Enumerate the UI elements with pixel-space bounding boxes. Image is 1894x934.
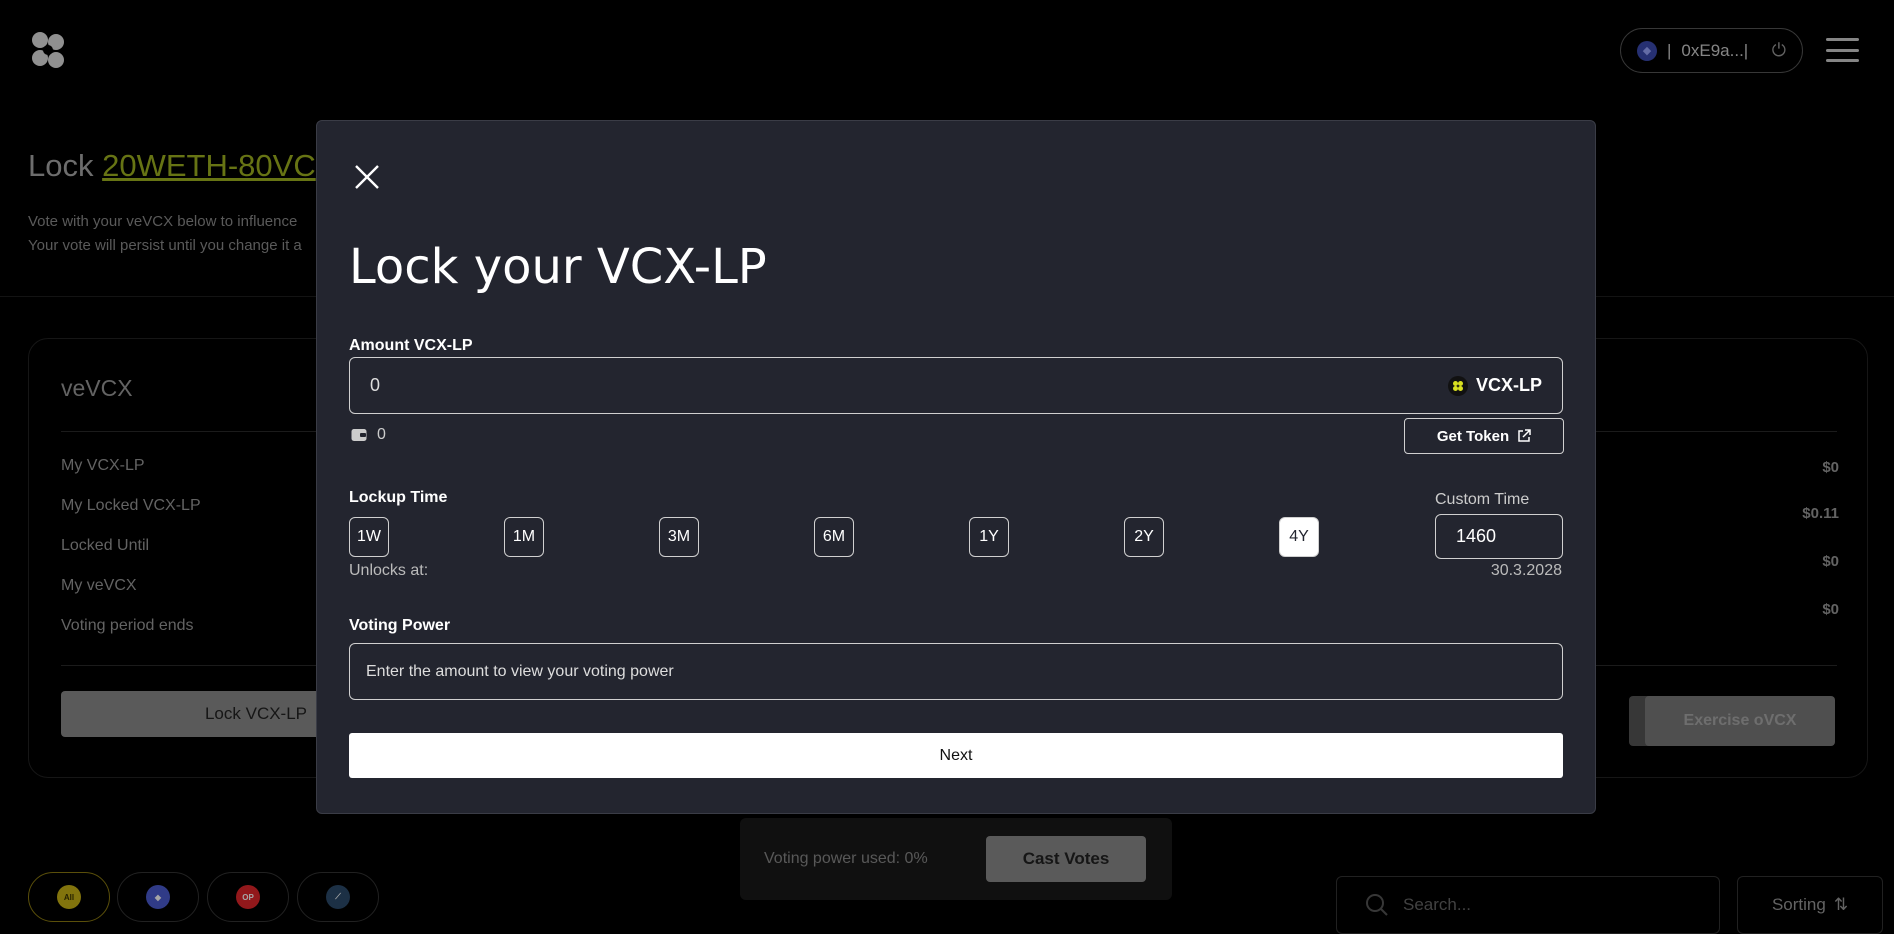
unlocks-at-label: Unlocks at: — [349, 562, 429, 579]
lockup-option-3m[interactable]: 3M — [659, 517, 699, 557]
wallet-balance: 0 — [351, 426, 386, 444]
wallet-icon — [351, 429, 367, 441]
lockup-option-1w[interactable]: 1W — [349, 517, 389, 557]
token-symbol: VCX-LP — [1475, 375, 1542, 395]
close-icon[interactable] — [353, 163, 381, 191]
custom-time-label: Custom Time — [1435, 491, 1530, 508]
amount-field[interactable]: VCX-LP — [349, 357, 1563, 414]
voting-power-label: Voting Power — [349, 617, 451, 634]
lockup-option-4y[interactable]: 4Y — [1279, 517, 1319, 557]
get-token-label: Get Token — [1436, 427, 1510, 445]
lockup-option-2y[interactable]: 2Y — [1124, 517, 1164, 557]
voting-power-display: Enter the amount to view your voting pow… — [349, 643, 1563, 700]
lock-modal: Lock your VCX-LP Amount VCX-LP VCX-LP 0 … — [316, 120, 1596, 814]
lockup-option-1m[interactable]: 1M — [504, 517, 544, 557]
token-selector: VCX-LP — [1447, 375, 1542, 396]
vcx-lp-token-icon — [1447, 375, 1468, 396]
custom-time-input[interactable]: 1460 — [1435, 514, 1563, 559]
balance-value: 0 — [377, 426, 386, 443]
get-token-button[interactable]: Get Token — [1404, 418, 1564, 454]
unlock-date: 30.3.2028 — [1490, 562, 1562, 579]
amount-input[interactable] — [370, 375, 1448, 396]
external-link-icon — [1518, 429, 1531, 442]
lockup-option-1y[interactable]: 1Y — [969, 517, 1009, 557]
lockup-time-label: Lockup Time — [349, 489, 448, 506]
amount-label: Amount VCX-LP — [349, 337, 473, 354]
next-button[interactable]: Next — [349, 733, 1563, 778]
modal-title: Lock your VCX-LP — [349, 239, 767, 295]
lockup-option-6m[interactable]: 6M — [814, 517, 854, 557]
